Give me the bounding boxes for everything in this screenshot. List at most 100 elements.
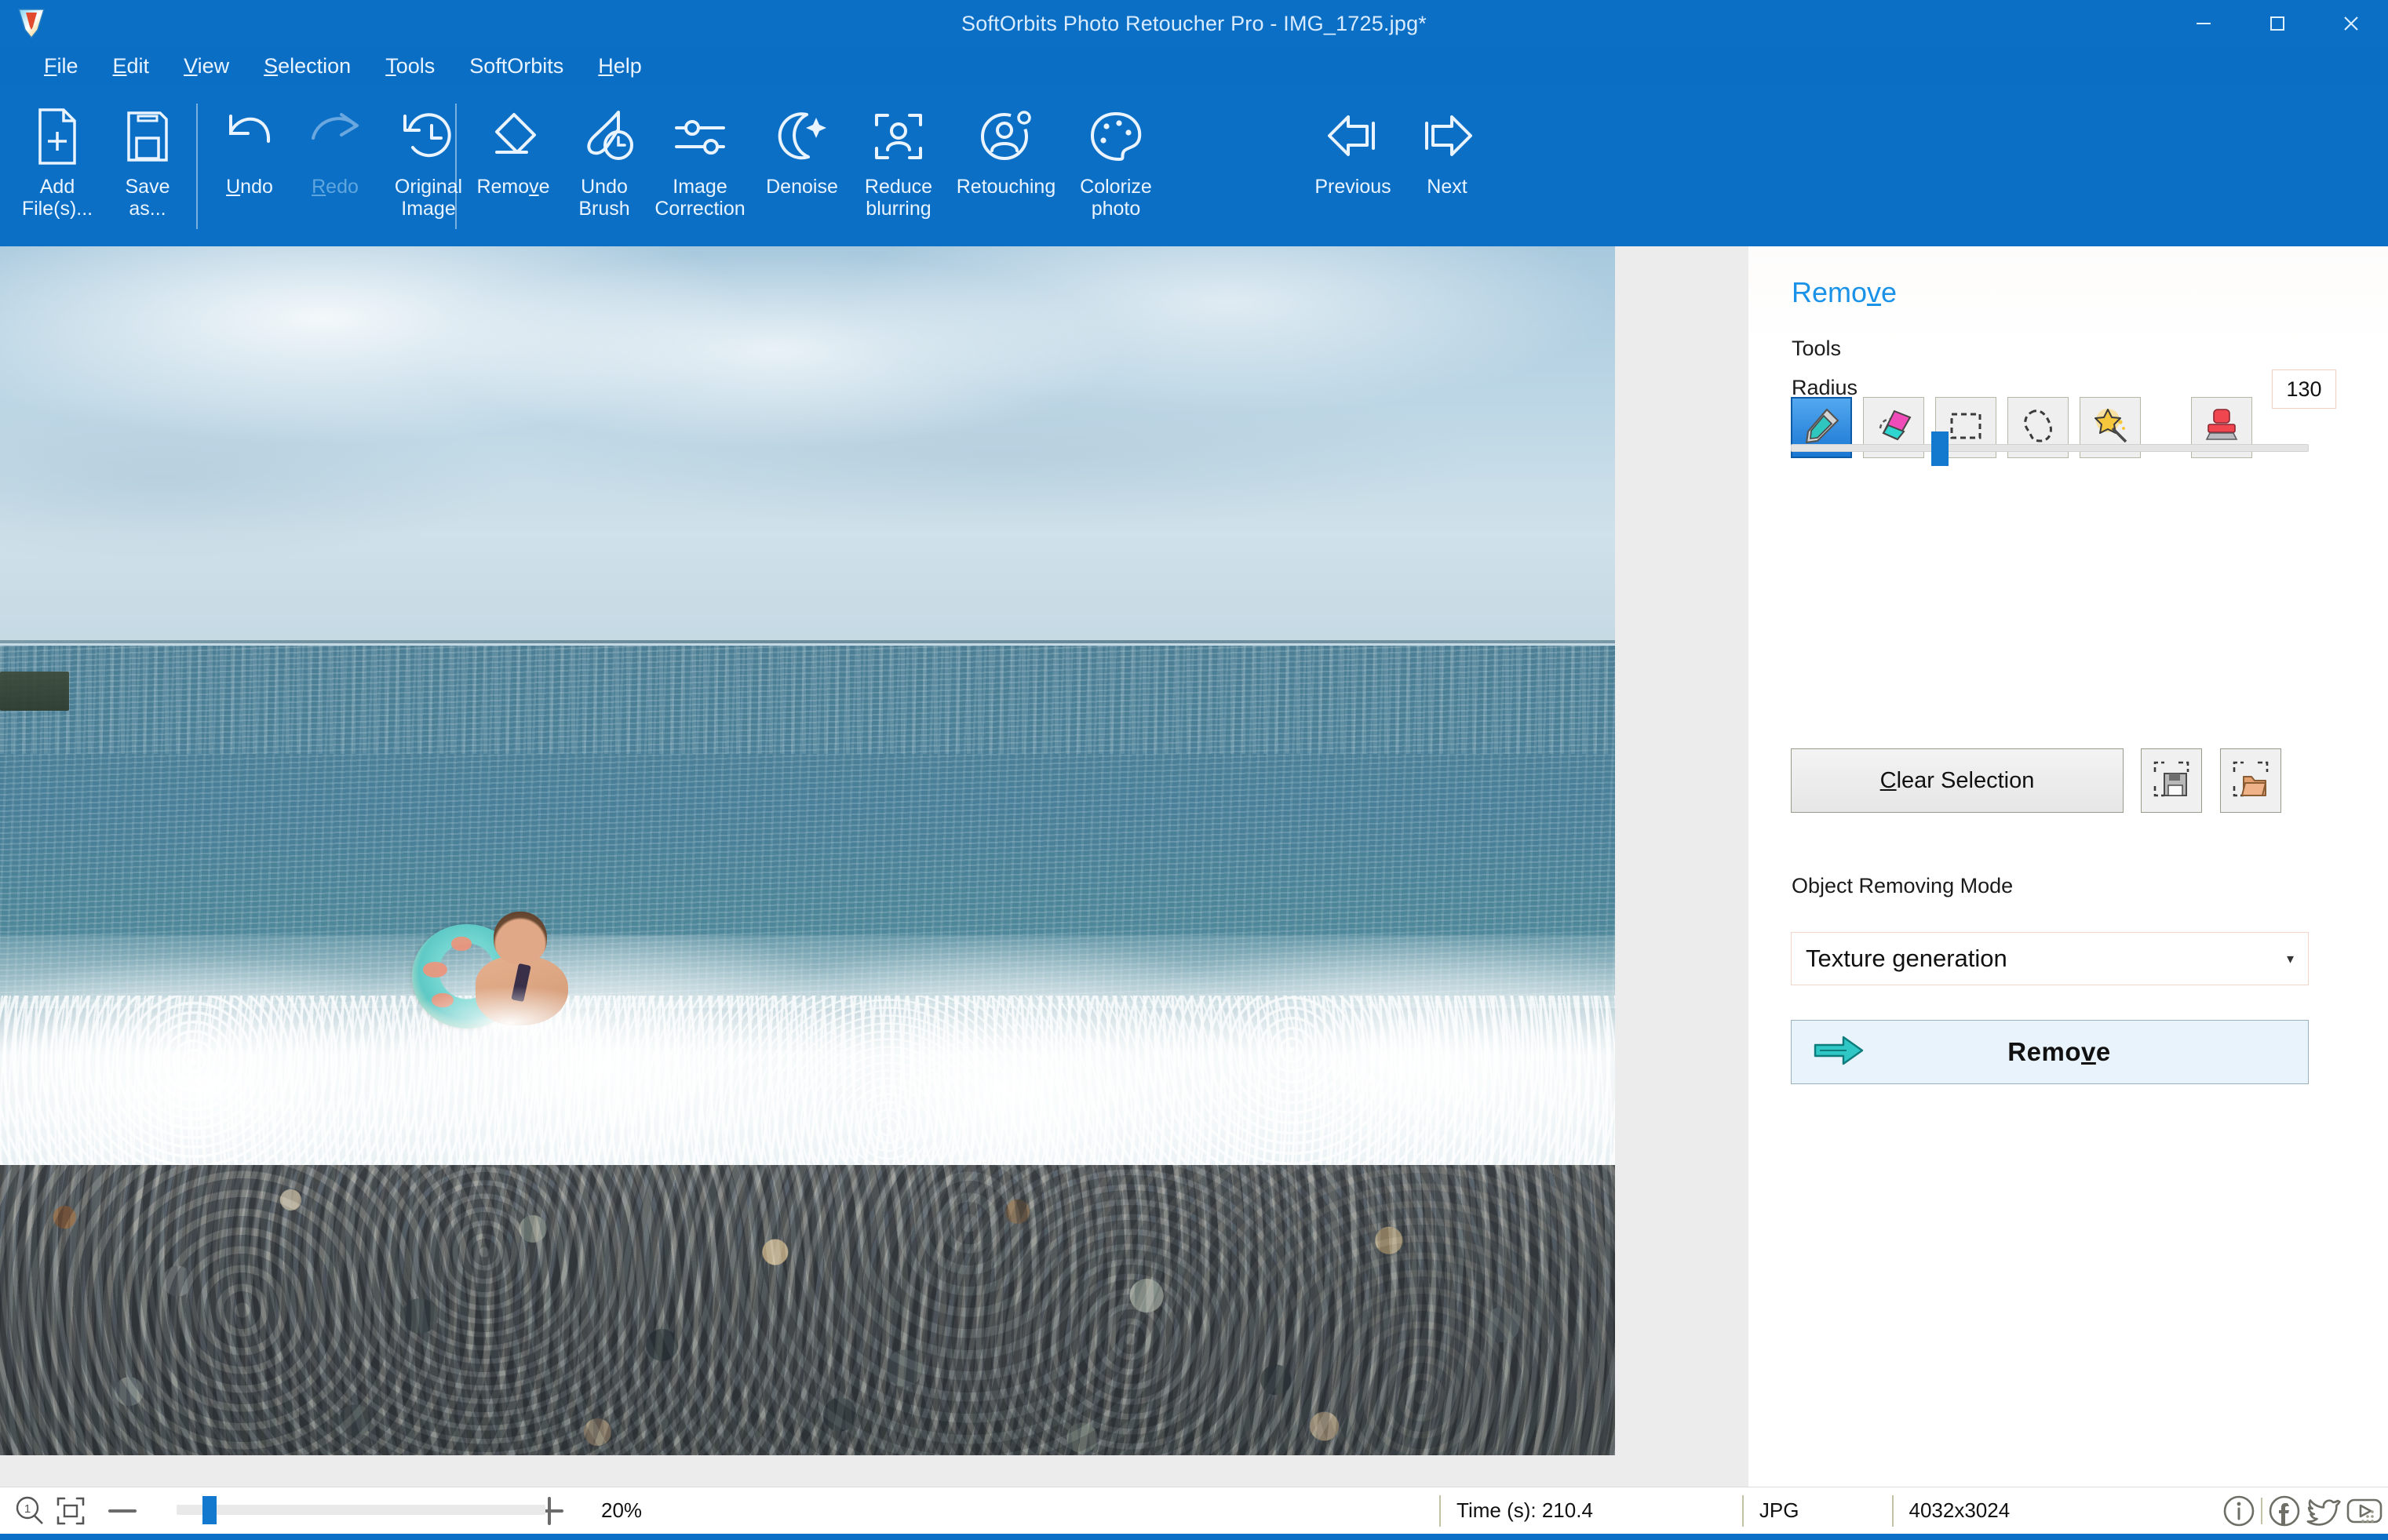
brush-clock-icon — [573, 99, 636, 174]
save-as-icon — [119, 99, 176, 174]
reduce-blurring-button[interactable]: Reduce blurring — [851, 85, 946, 220]
application-window: SoftOrbits Photo Retoucher Pro - IMG_172… — [0, 0, 2388, 1540]
twitter-icon[interactable] — [2305, 1492, 2342, 1530]
sea-shimmer — [0, 645, 1615, 755]
fit-to-window-icon[interactable] — [53, 1494, 88, 1528]
menu-item-help[interactable]: Help — [581, 51, 659, 82]
previous-button[interactable]: Previous — [1303, 85, 1403, 198]
undo-arrow-icon — [218, 99, 281, 174]
next-label: Next — [1427, 176, 1467, 198]
object-removing-mode-label: Object Removing Mode — [1792, 874, 2014, 897]
redo-arrow-icon — [304, 99, 366, 174]
facebook-icon[interactable] — [2266, 1492, 2303, 1530]
bottom-accent-strip — [0, 1534, 2388, 1540]
colorize-photo-button[interactable]: Colorize photo — [1066, 85, 1166, 220]
tools-label: Tools — [1792, 337, 1842, 360]
menu-item-view[interactable]: View — [166, 51, 246, 82]
add-file-icon — [29, 99, 86, 174]
undo-button[interactable]: Undo — [206, 85, 293, 198]
resize-grip-icon[interactable] — [2357, 1505, 2377, 1526]
groyne-rock — [0, 672, 70, 711]
remove-ribbon-label: Remove — [476, 176, 550, 198]
zoom-out-button[interactable] — [105, 1503, 140, 1519]
status-divider-3 — [1891, 1494, 1894, 1527]
image-correction-button[interactable]: Image Correction — [647, 85, 753, 220]
mode-selected-value: Texture generation — [1806, 945, 2007, 972]
history-clock-icon — [397, 99, 460, 174]
swimmer-subject — [358, 911, 661, 1066]
ribbon-separator-1 — [196, 104, 198, 229]
horizon-line — [0, 640, 1615, 644]
ribbon-separator-2 — [455, 104, 457, 229]
title-bar: SoftOrbits Photo Retoucher Pro - IMG_172… — [0, 0, 2388, 47]
ribbon-toolbar: Add File(s)... Save as... Undo Redo Orig… — [0, 85, 2388, 246]
save-selection-icon — [2152, 759, 2191, 803]
denoise-button[interactable]: Denoise — [753, 85, 851, 198]
add-files-button[interactable]: Add File(s)... — [11, 85, 104, 220]
redo-label: Redo — [312, 176, 359, 198]
menu-item-edit[interactable]: Edit — [96, 51, 167, 82]
ribbon-group-tools: Remove Undo Brush Image Correction Denoi… — [465, 85, 1166, 246]
save-selection-button[interactable] — [2141, 748, 2202, 813]
portrait-focus-icon — [867, 99, 930, 174]
zoom-actual-size-icon[interactable]: 1 — [13, 1494, 47, 1528]
ribbon-group-navigation: Previous Next — [1303, 85, 1491, 246]
object-removing-mode-select[interactable]: Texture generation ▾ — [1791, 932, 2309, 985]
previous-label: Previous — [1314, 176, 1391, 198]
save-as-button[interactable]: Save as... — [104, 85, 191, 220]
maximize-button[interactable] — [2240, 0, 2314, 47]
person-gear-icon — [975, 99, 1037, 174]
time-label: Time (s): 210.4 — [1456, 1498, 1593, 1522]
remove-action-button[interactable]: Remove — [1791, 1020, 2309, 1084]
retouching-label: Retouching — [956, 176, 1056, 198]
status-divider-4 — [2261, 1497, 2263, 1524]
zoom-slider-thumb[interactable] — [202, 1496, 217, 1524]
window-title: SoftOrbits Photo Retoucher Pro - IMG_172… — [961, 12, 1427, 35]
photo-image[interactable] — [0, 246, 1615, 1455]
menu-item-file[interactable]: FFileile — [27, 51, 96, 82]
format-label: JPG — [1759, 1498, 1799, 1522]
zoom-percent-label: 20% — [601, 1498, 643, 1522]
retouching-button[interactable]: Retouching — [946, 85, 1066, 198]
undo-brush-button[interactable]: Undo Brush — [562, 85, 647, 220]
load-selection-button[interactable] — [2220, 748, 2281, 813]
right-side-panel: Remove Tools Radius 130 Clear Selection … — [1748, 246, 2388, 1487]
status-bar: 1 20% Time (s): 210.4 JPG 4032x3024 — [0, 1487, 2388, 1534]
load-selection-icon — [2231, 759, 2270, 803]
colorize-photo-label: Colorize photo — [1080, 176, 1152, 220]
minimize-button[interactable] — [2167, 0, 2240, 47]
chevron-down-icon: ▾ — [2286, 950, 2294, 967]
close-button[interactable] — [2314, 0, 2388, 47]
arrow-left-icon — [1322, 99, 1384, 174]
next-button[interactable]: Next — [1403, 85, 1491, 198]
redo-button[interactable]: Redo — [293, 85, 377, 198]
menu-item-selection[interactable]: Selection — [246, 51, 368, 82]
denoise-label: Denoise — [766, 176, 838, 198]
svg-text:1: 1 — [24, 1502, 31, 1516]
radius-label: Radius — [1792, 376, 1858, 399]
status-divider-1 — [1439, 1494, 1442, 1527]
arrow-right-icon — [1416, 99, 1478, 174]
palette-icon — [1085, 99, 1147, 174]
window-controls — [2167, 0, 2388, 47]
add-files-label: Add File(s)... — [21, 176, 93, 220]
pebble-texture-overlay — [0, 1165, 1615, 1455]
radius-value-input[interactable]: 130 — [2272, 370, 2336, 409]
radius-slider-thumb[interactable] — [1930, 431, 1949, 466]
info-icon[interactable] — [2220, 1492, 2258, 1530]
ribbon-group-file: Add File(s)... Save as... — [11, 85, 191, 246]
image-correction-label: Image Correction — [654, 176, 746, 220]
zoom-slider[interactable] — [177, 1496, 545, 1524]
panel-title: Remove — [1792, 276, 1898, 308]
menu-item-tools[interactable]: Tools — [368, 51, 452, 82]
status-divider-2 — [1741, 1494, 1744, 1527]
sliders-icon — [669, 99, 731, 174]
canvas-area[interactable] — [0, 246, 1748, 1487]
menu-item-softorbits[interactable]: SoftOrbits — [452, 51, 581, 82]
clear-selection-button[interactable]: Clear Selection — [1791, 748, 2124, 813]
tube-dot — [422, 962, 447, 978]
radius-slider[interactable] — [1791, 431, 2309, 466]
splash-foam — [358, 980, 661, 1066]
ribbon-group-history: Undo Redo Original Image — [206, 85, 480, 246]
remove-ribbon-button[interactable]: Remove — [465, 85, 562, 198]
